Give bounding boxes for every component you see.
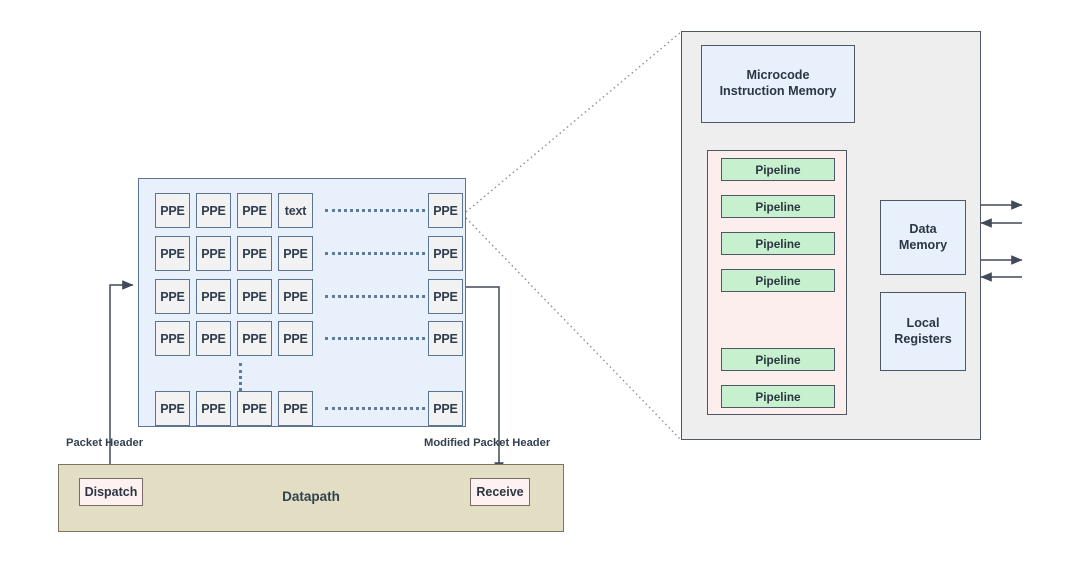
ppe-cell-tail[interactable]: PPE xyxy=(428,236,463,271)
ppe-cell[interactable]: PPE xyxy=(196,391,231,426)
pipeline-stage[interactable]: Pipeline xyxy=(721,385,835,408)
dispatch-to-array-connector xyxy=(109,280,134,478)
ppe-cell[interactable]: PPE xyxy=(155,236,190,271)
dispatch-label: Dispatch xyxy=(84,485,138,499)
ppe-cell[interactable]: PPE xyxy=(196,279,231,314)
ppe-cell[interactable]: PPE xyxy=(196,193,231,228)
ppe-cell[interactable]: PPE xyxy=(237,279,272,314)
ppe-row-ellipsis xyxy=(325,209,425,215)
dispatch-box[interactable]: Dispatch xyxy=(79,478,143,506)
ppe-cell[interactable]: PPE xyxy=(278,279,313,314)
ppe-cell[interactable]: PPE xyxy=(196,236,231,271)
microcode-memory-line2: Instruction Memory xyxy=(719,84,837,98)
data-memory-box[interactable]: Data Memory xyxy=(880,200,966,275)
packet-header-label: Packet Header xyxy=(66,437,144,449)
ppe-row-ellipsis xyxy=(325,337,425,343)
ppe-row-ellipsis xyxy=(325,407,425,413)
ppe-cell-tail[interactable]: PPE xyxy=(428,193,463,228)
ppe-cell[interactable]: PPE xyxy=(155,279,190,314)
local-registers-line2: Registers xyxy=(894,331,952,346)
pipeline-stage[interactable]: Pipeline xyxy=(721,348,835,371)
ppe-column-ellipsis xyxy=(239,363,245,391)
pipeline-stage[interactable]: Pipeline xyxy=(721,195,835,218)
receive-label: Receive xyxy=(476,485,524,499)
ppe-cell[interactable]: PPE xyxy=(155,321,190,356)
ppe-cell-text[interactable]: text xyxy=(278,193,313,228)
diagram-canvas: PPE PPE PPE text PPE PPE PPE PPE PPE PPE… xyxy=(0,0,1080,563)
ppe-row-ellipsis xyxy=(325,252,425,258)
ppe-cell[interactable]: PPE xyxy=(237,236,272,271)
ppe-row-ellipsis xyxy=(325,295,425,301)
local-registers-line1: Local xyxy=(906,315,940,330)
receive-box[interactable]: Receive xyxy=(470,478,530,506)
ppe-cell[interactable]: PPE xyxy=(278,321,313,356)
microcode-instruction-memory-box[interactable]: Microcode Instruction Memory xyxy=(701,45,855,123)
ppe-cell-tail[interactable]: PPE xyxy=(428,391,463,426)
ppe-cell[interactable]: PPE xyxy=(237,321,272,356)
ppe-cell[interactable]: PPE xyxy=(155,193,190,228)
pipeline-stage[interactable]: Pipeline xyxy=(721,269,835,292)
local-registers-box[interactable]: Local Registers xyxy=(880,292,966,371)
ppe-cell-tail[interactable]: PPE xyxy=(428,321,463,356)
pipeline-stage[interactable]: Pipeline xyxy=(721,158,835,181)
ppe-cell[interactable]: PPE xyxy=(196,321,231,356)
ppe-cell[interactable]: PPE xyxy=(278,391,313,426)
pipeline-stage[interactable]: Pipeline xyxy=(721,232,835,255)
external-io-arrows xyxy=(980,200,1023,282)
ppe-cell-tail[interactable]: PPE xyxy=(428,279,463,314)
ppe-array-panel: PPE PPE PPE text PPE PPE PPE PPE PPE PPE… xyxy=(138,178,466,427)
ppe-cell[interactable]: PPE xyxy=(237,391,272,426)
ppe-cell[interactable]: PPE xyxy=(278,236,313,271)
microcode-memory-line1: Microcode xyxy=(746,68,810,83)
ppe-cell[interactable]: PPE xyxy=(155,391,190,426)
data-memory-line2: Memory xyxy=(898,237,948,252)
magnifier-guide-lines xyxy=(465,31,682,441)
data-memory-line1: Data xyxy=(909,221,937,236)
modified-packet-header-label: Modified Packet Header xyxy=(424,437,551,449)
ppe-cell[interactable]: PPE xyxy=(237,193,272,228)
